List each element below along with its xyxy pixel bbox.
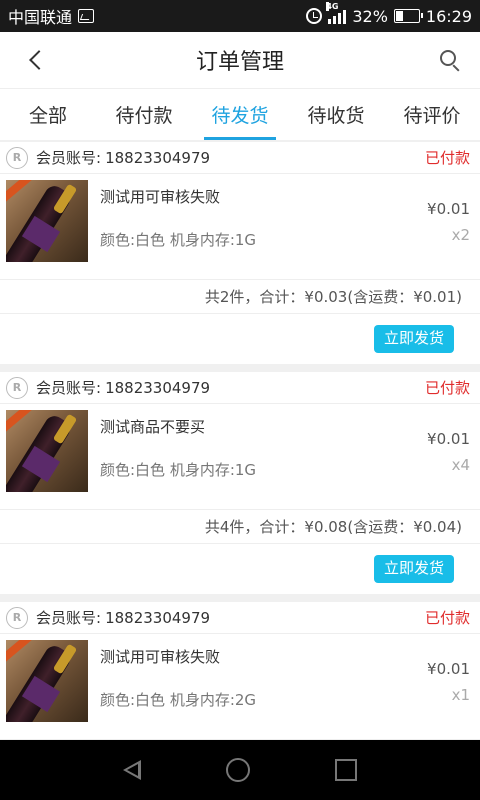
member-icon: R bbox=[6, 606, 28, 629]
product-info: 测试用可审核失败 颜色:白色 机身内存:2G bbox=[88, 640, 410, 733]
clock: 16:29 bbox=[425, 6, 472, 26]
price-column: ¥0.01 x4 bbox=[410, 410, 470, 503]
battery-percent: 32% bbox=[352, 6, 388, 26]
member-label: 会员账号: bbox=[36, 379, 102, 397]
ship-now-button[interactable]: 立即发货 bbox=[373, 325, 454, 353]
product-price: ¥0.01 bbox=[427, 200, 470, 218]
order-status: 已付款 bbox=[424, 149, 470, 167]
tab-4[interactable]: 待评价 bbox=[384, 89, 480, 140]
order-status: 已付款 bbox=[424, 609, 470, 627]
product-row[interactable]: 测试用可审核失败 颜色:白色 机身内存:1G ¥0.01 x2 bbox=[0, 174, 480, 280]
member-icon: R bbox=[6, 146, 28, 169]
carrier-name: 中国联通 bbox=[8, 8, 73, 27]
signal-icon: 4G bbox=[326, 2, 347, 24]
product-name: 测试用可审核失败 bbox=[100, 188, 221, 206]
back-button[interactable] bbox=[22, 46, 50, 74]
product-name: 测试商品不要买 bbox=[100, 418, 206, 436]
product-attrs: 颜色:白色 机身内存:1G bbox=[100, 231, 257, 249]
member-label: 会员账号: bbox=[36, 149, 102, 167]
product-qty: x4 bbox=[451, 456, 470, 474]
alarm-icon bbox=[306, 8, 323, 24]
status-right: 4G 32% 16:29 bbox=[306, 2, 472, 26]
product-row[interactable]: 测试商品不要买 颜色:白色 机身内存:1G ¥0.01 x4 bbox=[0, 404, 480, 510]
order-summary: 共2件，合计：¥0.03(含运费：¥0.01) bbox=[0, 280, 480, 314]
order-status: 已付款 bbox=[424, 379, 470, 397]
order-header: R 会员账号: 18823304979 已付款 bbox=[0, 372, 480, 404]
tab-0[interactable]: 全部 bbox=[0, 89, 96, 140]
price-column: ¥0.01 x1 bbox=[410, 640, 470, 733]
back-icon bbox=[29, 50, 49, 70]
product-price: ¥0.01 bbox=[427, 430, 470, 448]
member-number: 18823304979 bbox=[105, 608, 211, 627]
order-actions: 立即发货 bbox=[0, 544, 480, 594]
tab-1[interactable]: 待付款 bbox=[96, 89, 192, 140]
battery-icon bbox=[393, 9, 423, 23]
tab-2[interactable]: 待发货 bbox=[192, 89, 288, 140]
order-header: R 会员账号: 18823304979 已付款 bbox=[0, 142, 480, 174]
product-image bbox=[6, 180, 88, 262]
nav-home-icon[interactable] bbox=[225, 758, 250, 782]
product-attrs: 颜色:白色 机身内存:2G bbox=[100, 691, 257, 709]
product-info: 测试商品不要买 颜色:白色 机身内存:1G bbox=[88, 410, 410, 503]
search-icon bbox=[440, 50, 456, 66]
tab-3[interactable]: 待收货 bbox=[288, 89, 384, 140]
member-number: 18823304979 bbox=[105, 148, 211, 167]
search-button[interactable] bbox=[436, 46, 464, 74]
order-card: R 会员账号: 18823304979 已付款 测试商品不要买 颜色:白色 机身… bbox=[0, 372, 480, 594]
order-summary: 共4件，合计：¥0.08(含运费：¥0.04) bbox=[0, 510, 480, 544]
ship-now-button[interactable]: 立即发货 bbox=[373, 555, 454, 583]
status-bar: 中国联通 4G 32% 16:29 bbox=[0, 0, 480, 32]
member-number: 18823304979 bbox=[105, 378, 211, 397]
order-actions: 立即发货 bbox=[0, 314, 480, 364]
system-nav-bar bbox=[0, 740, 480, 800]
nav-recent-icon[interactable] bbox=[335, 759, 358, 781]
network-type: 4G bbox=[326, 2, 339, 11]
product-image bbox=[6, 410, 88, 492]
product-image bbox=[6, 640, 88, 722]
status-left: 中国联通 bbox=[8, 4, 95, 28]
order-card: R 会员账号: 18823304979 已付款 测试用可审核失败 颜色:白色 机… bbox=[0, 142, 480, 364]
member-label: 会员账号: bbox=[36, 609, 102, 627]
product-info: 测试用可审核失败 颜色:白色 机身内存:1G bbox=[88, 180, 410, 273]
member-icon: R bbox=[6, 376, 28, 399]
product-qty: x2 bbox=[451, 226, 470, 244]
product-qty: x1 bbox=[451, 686, 470, 704]
nav-back-icon[interactable] bbox=[122, 760, 141, 780]
gallery-icon bbox=[78, 9, 95, 23]
app-header: 订单管理 bbox=[0, 32, 480, 88]
price-column: ¥0.01 x2 bbox=[410, 180, 470, 273]
page-title: 订单管理 bbox=[195, 50, 284, 75]
product-row[interactable]: 测试用可审核失败 颜色:白色 机身内存:2G ¥0.01 x1 bbox=[0, 634, 480, 740]
order-header: R 会员账号: 18823304979 已付款 bbox=[0, 602, 480, 634]
product-price: ¥0.01 bbox=[427, 660, 470, 678]
order-tabs: 全部 待付款 待发货 待收货 待评价 bbox=[0, 88, 480, 140]
order-list: R 会员账号: 18823304979 已付款 测试用可审核失败 颜色:白色 机… bbox=[0, 142, 480, 800]
product-attrs: 颜色:白色 机身内存:1G bbox=[100, 461, 257, 479]
product-name: 测试用可审核失败 bbox=[100, 648, 221, 666]
